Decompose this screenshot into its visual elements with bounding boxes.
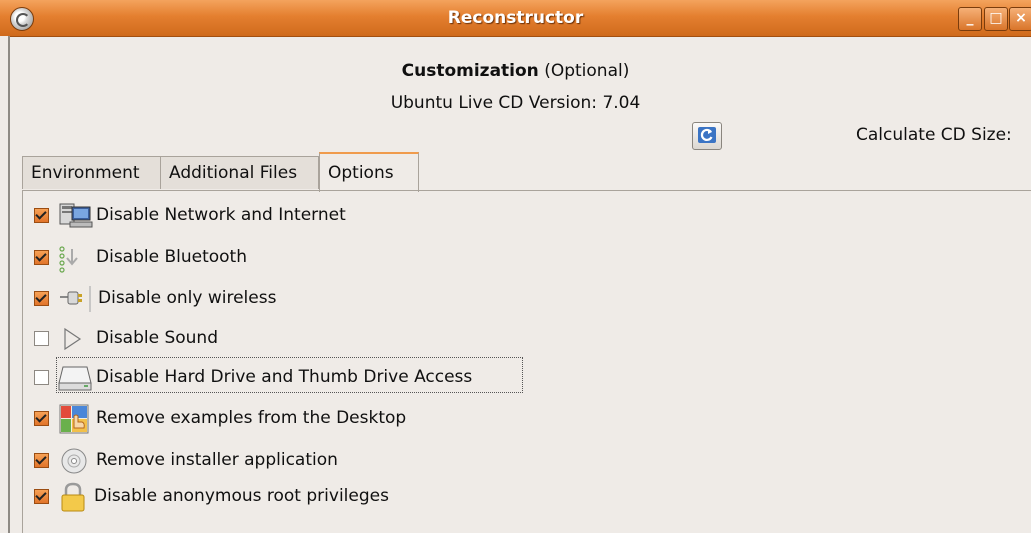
option-label: Remove examples from the Desktop (96, 408, 407, 428)
title-bar[interactable]: Reconstructor _ □ × (0, 0, 1031, 37)
cd-disc-icon (58, 446, 94, 476)
padlock-icon (58, 482, 94, 512)
minimize-button[interactable]: _ (958, 7, 982, 31)
checkbox[interactable] (34, 208, 49, 223)
maximize-button[interactable]: □ (984, 7, 1008, 31)
checkbox[interactable] (34, 250, 49, 265)
tab-panel-border-left (22, 190, 23, 533)
option-label: Disable Hard Drive and Thumb Drive Acces… (96, 367, 473, 387)
option-label: Disable Bluetooth (96, 247, 247, 267)
calculate-size-label: Calculate CD Size: (856, 125, 1012, 145)
window-title: Reconstructor (447, 8, 584, 28)
version-label: Ubuntu Live CD Version: 7.04 (390, 93, 641, 113)
option-label: Remove installer application (96, 450, 338, 470)
examples-folder-icon (58, 404, 94, 434)
option-label: Disable anonymous root privileges (94, 486, 389, 506)
tab-additional-files[interactable]: Additional Files (160, 156, 319, 189)
network-computer-icon (58, 201, 94, 231)
option-label: Disable Network and Internet (96, 205, 346, 225)
tab-options[interactable]: Options (319, 152, 419, 192)
option-label: Disable Sound (96, 328, 218, 348)
checkbox[interactable] (34, 331, 49, 346)
play-triangle-icon (58, 324, 94, 354)
checkbox[interactable] (34, 489, 49, 504)
checkbox[interactable] (34, 291, 49, 306)
option-label: Disable only wireless (98, 288, 277, 308)
hard-drive-icon (58, 363, 94, 393)
checkbox[interactable] (34, 370, 49, 385)
refresh-icon (698, 127, 716, 143)
tab-panel-border (22, 190, 1031, 191)
checkbox[interactable] (34, 411, 49, 426)
calculate-size-button[interactable] (692, 122, 722, 150)
wireless-plug-icon (58, 284, 94, 314)
heading-bold: Customization (401, 61, 539, 81)
checkbox[interactable] (34, 453, 49, 468)
bluetooth-icon (58, 243, 94, 273)
customization-heading: Customization (Optional) (0, 61, 1031, 81)
tab-environment[interactable]: Environment (22, 156, 169, 189)
heading-optional: (Optional) (538, 61, 630, 81)
close-button[interactable]: × (1009, 7, 1031, 31)
